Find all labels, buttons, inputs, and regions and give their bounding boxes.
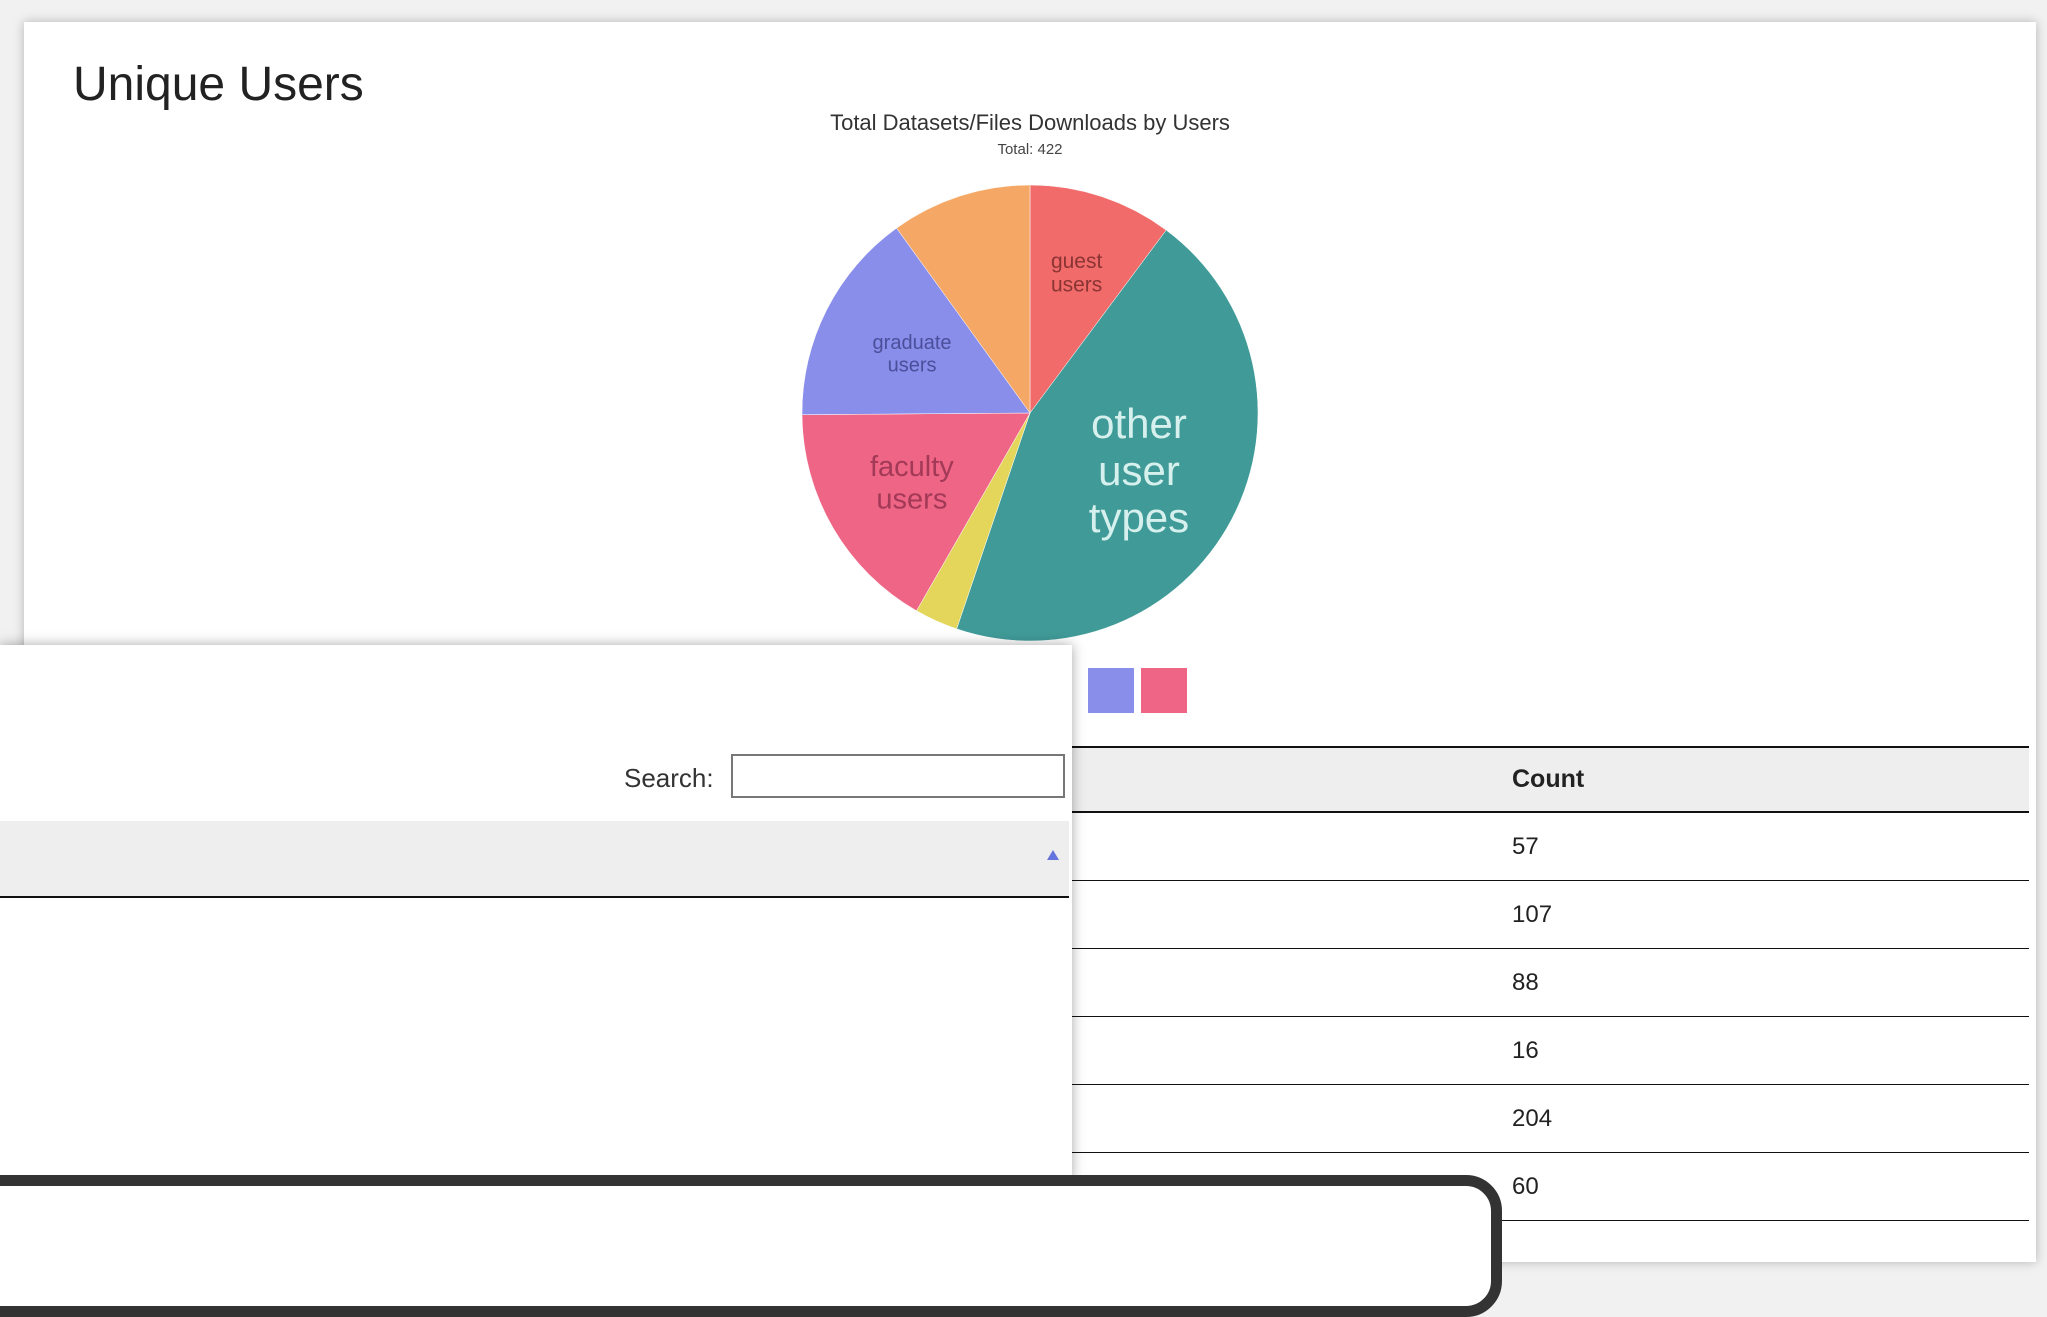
search-label: Search:: [624, 763, 714, 793]
cell-count: 204: [1512, 1084, 2029, 1153]
cell-count: 88: [1512, 948, 2029, 1017]
dialog-frame: [0, 1175, 1502, 1317]
search-input[interactable]: [731, 754, 1065, 798]
pie-chart: Total Datasets/Files Downloads by Users …: [0, 0, 2047, 720]
slice-label-0: guest users: [1051, 250, 1103, 297]
slice-label-3: faculty users: [870, 451, 954, 515]
legend-swatch-2[interactable]: [1141, 668, 1187, 713]
pie-slices: guest usersother user typesfaculty usersgrad…: [801, 184, 1259, 642]
cell-count: 57: [1512, 812, 2029, 881]
column-header-count[interactable]: Count: [1512, 746, 2029, 813]
pie-chart-svg: Total Datasets/Files Downloads by Users …: [801, 110, 1259, 642]
slice-label-1: other user types: [1089, 400, 1189, 541]
popup-table-header[interactable]: [0, 821, 1069, 898]
table-popup-panel: Search:: [0, 645, 1072, 1180]
chart-subtitle: Total: 422: [997, 141, 1062, 158]
legend-swatch-1[interactable]: [1088, 668, 1134, 713]
cell-count: 16: [1512, 1016, 2029, 1085]
cell-count: 60: [1512, 1152, 2029, 1221]
chart-title: Total Datasets/Files Downloads by Users: [830, 110, 1230, 135]
sort-ascending-icon[interactable]: [1047, 850, 1059, 860]
cell-count: 107: [1512, 880, 2029, 949]
